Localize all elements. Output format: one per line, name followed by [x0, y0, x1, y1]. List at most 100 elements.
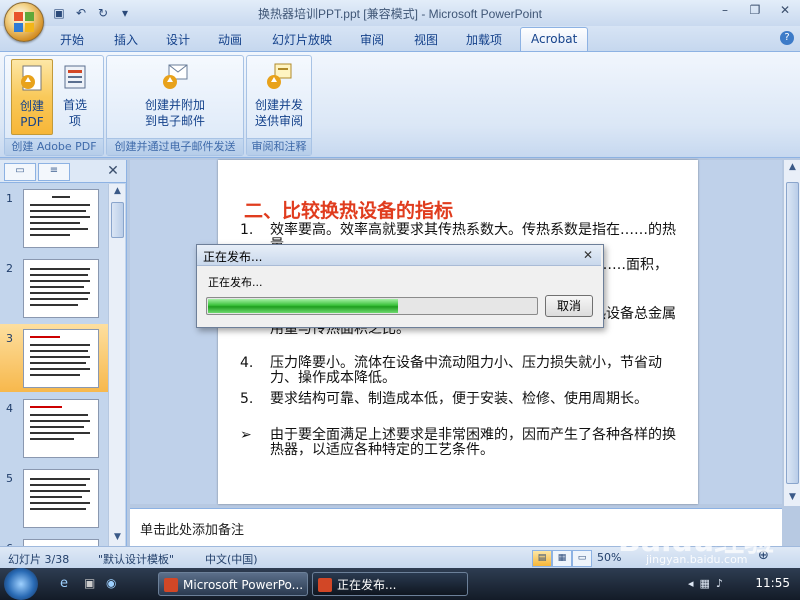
create-and-send-label-2: 送供审阅 [254, 114, 303, 128]
slide-sorter-icon[interactable]: ▦ [552, 550, 572, 567]
thumbnail-row[interactable]: 4 [0, 394, 108, 462]
thumbnail-slide[interactable] [23, 259, 99, 318]
scroll-down-icon[interactable]: ▼ [784, 490, 800, 505]
create-and-send-label-1: 创建并发 [254, 98, 303, 112]
window-title-text: 换热器培训PPT.ppt [兼容模式] - Microsoft PowerPoi… [257, 7, 543, 21]
minimize-icon[interactable]: – [710, 0, 740, 20]
clock[interactable]: 11:55 [755, 576, 790, 590]
thumbnail-number: 4 [6, 402, 13, 415]
scroll-down-icon[interactable]: ▼ [109, 530, 126, 545]
thumbnail-slide[interactable] [23, 329, 99, 388]
cancel-button[interactable]: 取消 [545, 295, 593, 317]
slideshow-icon[interactable]: ▭ [572, 550, 592, 567]
window-title: 换热器培训PPT.ppt [兼容模式] - Microsoft PowerPoi… [0, 5, 800, 22]
scroll-up-icon[interactable]: ▲ [109, 184, 126, 199]
dialog-title: 正在发布... [203, 250, 263, 264]
group-label-review-and-comment: 审阅和注释 [247, 138, 311, 155]
thumbnails-scrollbar[interactable]: ▲ ▼ [108, 184, 125, 546]
watermark-url: jingyan.baidu.com [646, 553, 748, 566]
thumbnail-row-selected[interactable]: 3 [0, 324, 108, 392]
create-and-attach-label-2: 到电子邮件 [144, 114, 205, 128]
ribbon: 创建 PDF 首选 项 创建 Adobe PDF 创建并附加 到电子邮件 创建并… [0, 51, 800, 158]
slide-scrollbar[interactable]: ▲ ▼ [783, 160, 800, 506]
normal-view-icon[interactable]: ▤ [532, 550, 552, 567]
media-icon[interactable]: ◉ [106, 576, 116, 590]
taskbar-item-powerpoint[interactable]: Microsoft PowerPo... [158, 572, 308, 596]
thumbnail-row[interactable]: 6 [0, 534, 108, 546]
thumbnail-row[interactable]: 5 [0, 464, 108, 532]
tab-home[interactable]: 开始 [56, 31, 88, 48]
progress-bar [206, 297, 538, 315]
bullet-marker: ➢ [240, 427, 252, 443]
scrollbar-thumb[interactable] [786, 182, 799, 484]
create-pdf-label-2: PDF [20, 115, 44, 129]
window-controls: – ❐ ✕ [710, 0, 800, 20]
group-label-create-and-email: 创建并通过电子邮件发送 [107, 138, 243, 155]
thumbnail-slide[interactable] [23, 539, 99, 546]
network-icon[interactable]: ▦ [700, 577, 710, 590]
tab-slideshow[interactable]: 幻灯片放映 [268, 31, 336, 48]
status-language[interactable]: 中文(中国) [205, 551, 258, 567]
tab-design[interactable]: 设计 [162, 31, 194, 48]
tab-acrobat[interactable]: Acrobat [520, 27, 588, 52]
powerpoint-icon [318, 578, 332, 592]
bullet-text: 由于要全面满足上述要求是非常困难的，因而产生了各种各样的换热器，以适应各种特定的… [270, 427, 676, 458]
tab-animation[interactable]: 动画 [214, 31, 246, 48]
thumbnail-row[interactable]: 1 [0, 184, 108, 252]
ribbon-tab-bar: 开始 插入 设计 动画 幻灯片放映 审阅 视图 加载项 Acrobat [0, 26, 800, 52]
taskbar-item-label: Microsoft PowerPo... [183, 578, 304, 592]
bullet-text: 压力降要小。流体在设备中流动阻力小、压力损失就小，节省动力、操作成本降低。 [270, 355, 662, 386]
dialog-title-bar: 正在发布... [197, 245, 601, 266]
volume-icon[interactable]: ♪ [716, 577, 723, 590]
send-for-review-icon [263, 61, 295, 93]
group-review-and-comment: 创建并发 送供审阅 审阅和注释 [246, 55, 312, 156]
bullet-marker: 4. [240, 355, 254, 371]
thumbnail-row[interactable]: 2 [0, 254, 108, 322]
status-theme[interactable]: "默认设计模板" [98, 551, 174, 567]
office-logo-icon [14, 12, 34, 32]
scroll-up-icon[interactable]: ▲ [784, 160, 800, 175]
bullet-marker: 5. [240, 391, 254, 407]
bullet-text: 要求结构可靠、制造成本低，便于安装、检修、使用周期长。 [270, 391, 648, 407]
tab-addins[interactable]: 加载项 [462, 31, 506, 48]
progress-fill [208, 299, 398, 313]
slide-title[interactable]: 二、比较换热设备的指标 [244, 196, 453, 223]
dialog-close-icon[interactable]: ✕ [580, 248, 596, 262]
tab-insert[interactable]: 插入 [110, 31, 142, 48]
start-button[interactable] [4, 568, 38, 600]
tab-slides-icon[interactable]: ▭ [4, 163, 36, 181]
thumbnail-slide[interactable] [23, 399, 99, 458]
create-pdf-icon [16, 62, 48, 94]
ie-icon[interactable]: e [60, 576, 68, 591]
taskbar-item-publishing[interactable]: 正在发布... [312, 572, 468, 596]
restore-icon[interactable]: ❐ [740, 0, 770, 20]
tray-arrow-icon[interactable]: ◂ [688, 577, 694, 590]
thumbnail-number: 5 [6, 472, 13, 485]
pane-close-icon[interactable]: ✕ [104, 162, 122, 180]
thumbnail-slide[interactable] [23, 189, 99, 248]
thumbnail-number: 1 [6, 192, 13, 205]
create-and-attach-label-1: 创建并附加 [144, 98, 205, 112]
system-tray: ◂ ▦ ♪ [688, 577, 723, 590]
show-desktop-icon[interactable]: ▣ [84, 576, 95, 590]
scrollbar-thumb[interactable] [111, 202, 124, 238]
group-create-adobe-pdf: 创建 PDF 首选 项 创建 Adobe PDF [4, 55, 104, 156]
tab-view[interactable]: 视图 [410, 31, 442, 48]
create-pdf-button[interactable]: 创建 PDF [11, 59, 53, 135]
tab-review[interactable]: 审阅 [356, 31, 388, 48]
preferences-button[interactable]: 首选 项 [55, 59, 95, 133]
email-attach-icon [159, 61, 191, 93]
group-label-create-adobe-pdf: 创建 Adobe PDF [5, 138, 103, 155]
help-icon[interactable]: ? [780, 31, 794, 45]
close-icon[interactable]: ✕ [770, 0, 800, 20]
tab-outline-icon[interactable]: ≡ [38, 163, 70, 181]
thumbnail-slide[interactable] [23, 469, 99, 528]
powerpoint-icon [164, 578, 178, 592]
create-and-attach-email-button[interactable]: 创建并附加 到电子邮件 [135, 59, 215, 133]
group-create-and-email: 创建并附加 到电子邮件 创建并通过电子邮件发送 [106, 55, 244, 156]
notes-placeholder: 单击此处添加备注 [140, 523, 245, 538]
bullet-marker: 1. [240, 222, 254, 238]
create-and-send-review-button[interactable]: 创建并发 送供审阅 [251, 59, 307, 133]
preferences-label-2: 项 [68, 114, 81, 128]
office-button[interactable] [4, 2, 44, 42]
